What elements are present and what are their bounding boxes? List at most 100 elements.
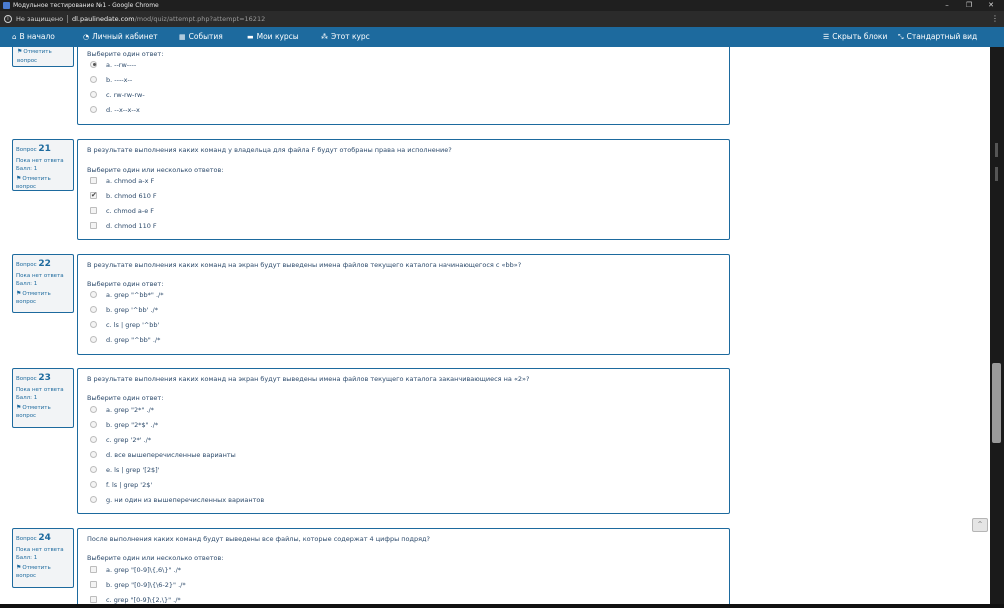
security-label[interactable]: Не защищено xyxy=(16,11,63,27)
radio-button[interactable] xyxy=(90,435,97,443)
nav-home[interactable]: ⌂ В начало xyxy=(12,27,55,47)
radio-button[interactable] xyxy=(90,320,97,328)
answer-option[interactable]: c. chmod a-e F xyxy=(90,206,154,216)
radio-button[interactable] xyxy=(90,305,97,313)
radio-button[interactable] xyxy=(90,105,97,113)
answer-option[interactable]: d. grep "^bb" ./* xyxy=(90,335,160,345)
answer-option[interactable]: b. grep '^bb' ./* xyxy=(90,305,158,315)
option-label: e. ls | grep '[2$]' xyxy=(106,466,160,474)
answer-option[interactable]: c. ls | grep '^bb' xyxy=(90,320,159,330)
answer-option[interactable]: g. ни один из вышеперечисленных варианто… xyxy=(90,495,264,505)
question-status: Пока нет ответа xyxy=(16,386,64,393)
answer-option[interactable]: f. ls | grep '2$' xyxy=(90,480,152,490)
radio-button[interactable] xyxy=(90,480,97,488)
radio-button[interactable] xyxy=(90,405,97,413)
answer-option[interactable]: a. grep "2*" ./* xyxy=(90,405,154,415)
checkbox[interactable] xyxy=(90,221,97,229)
answer-option[interactable]: d. --x--x--x xyxy=(90,105,140,115)
nav-standard-view[interactable]: ⤡ Стандартный вид xyxy=(898,27,977,47)
question-content-24: После выполнения каких команд будут выве… xyxy=(77,528,730,608)
option-label: c. grep "[0-9]\{2,\}" ./* xyxy=(106,596,181,604)
question-text: После выполнения каких команд будут выве… xyxy=(87,535,430,543)
checkbox[interactable] xyxy=(90,580,97,588)
radio-button[interactable] xyxy=(90,420,97,428)
flag-question-link[interactable]: ⚑Отметить вопрос xyxy=(16,403,70,421)
checkbox[interactable] xyxy=(90,565,97,573)
page-scrollbar[interactable] xyxy=(990,47,1004,608)
answer-prompt: Выберите один ответ: xyxy=(87,50,164,58)
flag-label: Отметить вопрос xyxy=(16,564,51,580)
answer-option[interactable]: b. chmod 610 F xyxy=(90,190,157,201)
question-number: Вопрос 21 xyxy=(16,143,70,157)
question-content-21: В результате выполнения каких команд у в… xyxy=(77,139,730,240)
sitemap-icon: ⁂ xyxy=(321,33,328,41)
radio-button[interactable] xyxy=(90,90,97,98)
question-label: Вопрос xyxy=(16,262,37,268)
address-bar[interactable]: i Не защищено dl.paulinedate.com/mod/qui… xyxy=(0,11,1004,27)
option-label: c. grep '2*' ./* xyxy=(106,436,152,444)
nav-events[interactable]: ▦ События xyxy=(179,27,223,47)
checkbox[interactable] xyxy=(90,206,97,214)
info-icon[interactable]: i xyxy=(4,15,12,23)
answer-option[interactable]: c. rw-rw-rw- xyxy=(90,90,145,100)
option-label: c. chmod a-e F xyxy=(106,207,155,215)
radio-button[interactable] xyxy=(90,465,97,473)
checkbox[interactable] xyxy=(90,176,97,184)
flag-label: Отметить вопрос xyxy=(17,49,52,64)
answer-option[interactable]: b. grep "2*$" ./* xyxy=(90,420,158,430)
scrollbar-thumb[interactable] xyxy=(992,363,1001,443)
url-text[interactable]: dl.paulinedate.com/mod/quiz/attempt.php?… xyxy=(72,11,265,27)
checkbox[interactable] xyxy=(90,595,97,603)
radio-button[interactable] xyxy=(90,495,97,503)
nav-courses[interactable]: ▬ Мои курсы xyxy=(247,27,299,47)
answer-option[interactable]: d. chmod 110 F xyxy=(90,221,157,231)
answer-option[interactable]: a. grep "^bb*" ./* xyxy=(90,290,163,300)
radio-button[interactable] xyxy=(90,290,97,298)
window-titlebar: Модульное тестирование №1 - Google Chrom… xyxy=(0,0,1004,11)
chrome-menu-icon[interactable]: ⋮ xyxy=(990,11,1000,27)
checkbox[interactable] xyxy=(90,190,97,200)
radio-button[interactable] xyxy=(90,450,97,458)
maximize-button[interactable]: ❐ xyxy=(958,0,980,11)
flag-question-link[interactable]: ⚑Отметить вопрос xyxy=(16,174,70,192)
answer-prompt: Выберите один или несколько ответов: xyxy=(87,554,224,562)
question-info-22: Вопрос 22 Пока нет ответа Балл: 1 ⚑Отмет… xyxy=(12,254,74,313)
answer-option[interactable]: a. grep "[0-9]\{,6\}" ./* xyxy=(90,565,181,575)
radio-button[interactable] xyxy=(90,60,97,68)
flag-question-link[interactable]: ⚑Отметить вопрос xyxy=(16,289,70,307)
nav-cabinet-label: Личный кабинет xyxy=(92,32,158,41)
radio-button[interactable] xyxy=(90,75,97,83)
close-button[interactable]: ✕ xyxy=(980,0,1002,11)
answer-prompt: Выберите один ответ: xyxy=(87,394,164,402)
answer-option[interactable]: a. chmod a-x F xyxy=(90,176,154,186)
option-label: f. ls | grep '2$' xyxy=(106,481,153,489)
option-label: a. grep "^bb*" ./* xyxy=(106,291,164,299)
question-label: Вопрос xyxy=(16,376,37,382)
option-label: c. rw-rw-rw- xyxy=(106,91,145,99)
flag-question-link[interactable]: ⚑Отметить вопрос xyxy=(17,47,73,65)
nav-this-course[interactable]: ⁂ Этот курс xyxy=(321,27,370,47)
nav-hide-blocks[interactable]: ☰ Скрыть блоки xyxy=(823,27,887,47)
question-info-24: Вопрос 24 Пока нет ответа Балл: 1 ⚑Отмет… xyxy=(12,528,74,588)
nav-cabinet[interactable]: ◔ Личный кабинет xyxy=(83,27,158,47)
question-score: Балл: 1 xyxy=(16,395,38,402)
scrollbar-marker xyxy=(995,167,998,181)
answer-option[interactable]: d. все вышеперечисленные варианты xyxy=(90,450,236,460)
radio-button[interactable] xyxy=(90,335,97,343)
answer-option[interactable]: c. grep '2*' ./* xyxy=(90,435,151,445)
question-info-20: ⚑Отметить вопрос xyxy=(12,47,74,67)
answer-option[interactable]: a. --rw---- xyxy=(90,60,136,70)
minimize-button[interactable]: – xyxy=(936,0,958,11)
answer-option[interactable]: b. ----x-- xyxy=(90,75,132,85)
question-label: Вопрос xyxy=(16,536,37,542)
question-content-23: В результате выполнения каких команд на … xyxy=(77,368,730,514)
option-label: a. grep "2*" ./* xyxy=(106,406,154,414)
list-icon: ☰ xyxy=(823,33,830,41)
option-label: c. ls | grep '^bb' xyxy=(106,321,160,329)
answer-option[interactable]: e. ls | grep '[2$]' xyxy=(90,465,159,475)
flag-question-link[interactable]: ⚑Отметить вопрос xyxy=(16,563,70,581)
answer-option[interactable]: b. grep "[0-9]\{\6-2}" ./* xyxy=(90,580,186,590)
back-to-top-button[interactable]: ^ xyxy=(972,518,988,532)
url-host: dl.paulinedate.com xyxy=(72,15,135,23)
option-label: d. все вышеперечисленные варианты xyxy=(106,451,236,459)
